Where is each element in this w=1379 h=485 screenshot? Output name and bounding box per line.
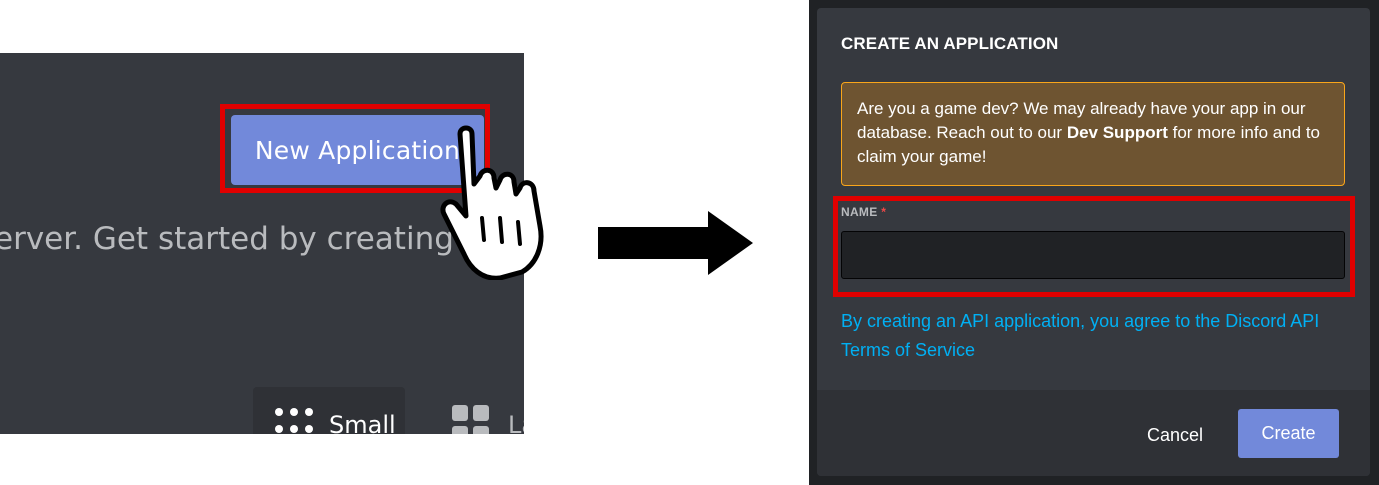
empty-state-description: erver. Get started by creating a [0, 221, 483, 257]
grid-dots-icon [275, 408, 313, 433]
view-size-small-label: Small [329, 411, 396, 434]
dev-support-link[interactable]: Dev Support [1067, 123, 1168, 142]
hand-pointer-icon [440, 125, 544, 280]
right-arrow-icon [598, 211, 753, 275]
game-dev-notice: Are you a game dev? We may already have … [841, 82, 1345, 186]
cancel-button[interactable]: Cancel [1135, 410, 1215, 460]
terms-of-service-link[interactable]: By creating an API application, you agre… [841, 307, 1341, 365]
grid-large-icon[interactable] [452, 405, 490, 434]
view-size-large-label[interactable]: La [508, 411, 524, 434]
create-application-modal: CREATE AN APPLICATION Are you a game dev… [817, 8, 1370, 476]
modal-footer: Cancel Create [817, 390, 1370, 476]
view-size-small-button[interactable]: Small [253, 387, 405, 434]
tutorial-composite: New Application erver. Get started by cr… [0, 0, 1379, 485]
modal-title: CREATE AN APPLICATION [841, 34, 1059, 53]
create-button[interactable]: Create [1238, 409, 1339, 458]
highlight-box-name-field [833, 196, 1355, 297]
